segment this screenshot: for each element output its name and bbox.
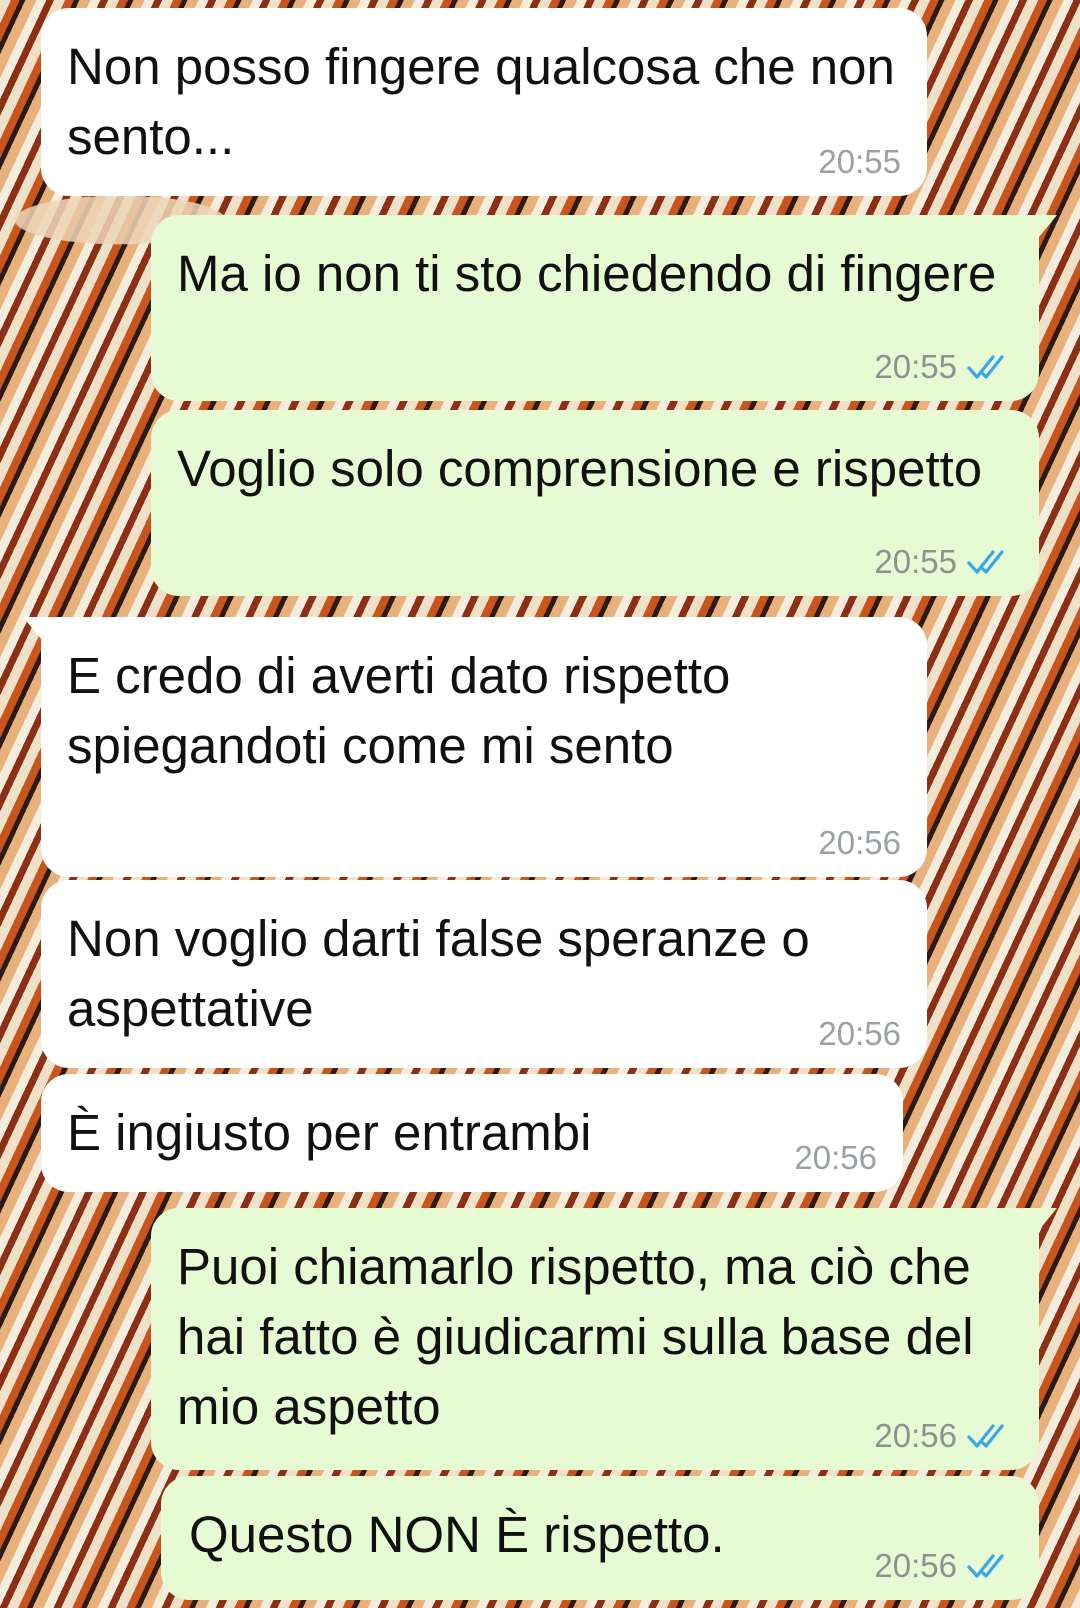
message-bubble-outgoing[interactable]: Ma io non ti sto chiedendo di fingere 20… <box>151 215 1057 401</box>
message-meta: 20:55 <box>818 144 901 180</box>
message-text: Non posso fingere qualcosa che non sento… <box>67 38 895 165</box>
message-text: È ingiusto per entrambi <box>67 1104 592 1161</box>
message-meta: 20:55 <box>874 349 1013 385</box>
message-meta: 20:56 <box>874 1418 1013 1454</box>
double-check-icon <box>967 1554 1004 1578</box>
message-meta: 20:56 <box>818 1016 901 1052</box>
message-timestamp: 20:55 <box>874 543 957 580</box>
message-text: Non voglio darti false speranze o aspett… <box>67 910 810 1037</box>
message-timestamp: 20:56 <box>818 824 901 861</box>
message-bubble-incoming[interactable]: Non posso fingere qualcosa che non sento… <box>41 8 927 196</box>
message-meta: 20:55 <box>874 544 1013 580</box>
double-check-icon <box>967 355 1004 379</box>
message-timestamp: 20:55 <box>874 348 957 385</box>
message-meta: 20:56 <box>794 1140 877 1176</box>
message-timestamp: 20:56 <box>874 1547 957 1584</box>
message-timestamp: 20:56 <box>794 1139 877 1176</box>
message-timestamp: 20:56 <box>818 1015 901 1052</box>
message-timestamp: 20:56 <box>874 1417 957 1454</box>
message-text: E credo di averti dato rispetto spiegand… <box>67 647 731 774</box>
message-text: Ma io non ti sto chiedendo di fingere <box>177 245 997 302</box>
message-text: Voglio solo comprensione e rispetto <box>177 440 983 497</box>
message-bubble-incoming[interactable]: Non voglio darti false speranze o aspett… <box>41 880 927 1068</box>
message-text: Puoi chiamarlo rispetto, ma ciò che hai … <box>177 1238 974 1435</box>
double-check-icon <box>967 550 1004 574</box>
message-meta: 20:56 <box>874 1548 1013 1584</box>
double-check-icon <box>967 1424 1004 1448</box>
chat-area[interactable]: Non posso fingere qualcosa che non sento… <box>0 0 1080 1608</box>
message-meta: 20:56 <box>818 825 901 861</box>
message-timestamp: 20:55 <box>818 143 901 180</box>
message-bubble-outgoing[interactable]: Questo NON È rispetto. 20:56 <box>161 1476 1039 1600</box>
message-bubble-incoming[interactable]: È ingiusto per entrambi 20:56 <box>41 1074 903 1192</box>
message-bubble-outgoing[interactable]: Voglio solo comprensione e rispetto 20:5… <box>151 410 1039 596</box>
message-bubble-outgoing[interactable]: Puoi chiamarlo rispetto, ma ciò che hai … <box>151 1208 1057 1470</box>
message-bubble-incoming[interactable]: E credo di averti dato rispetto spiegand… <box>23 617 927 877</box>
